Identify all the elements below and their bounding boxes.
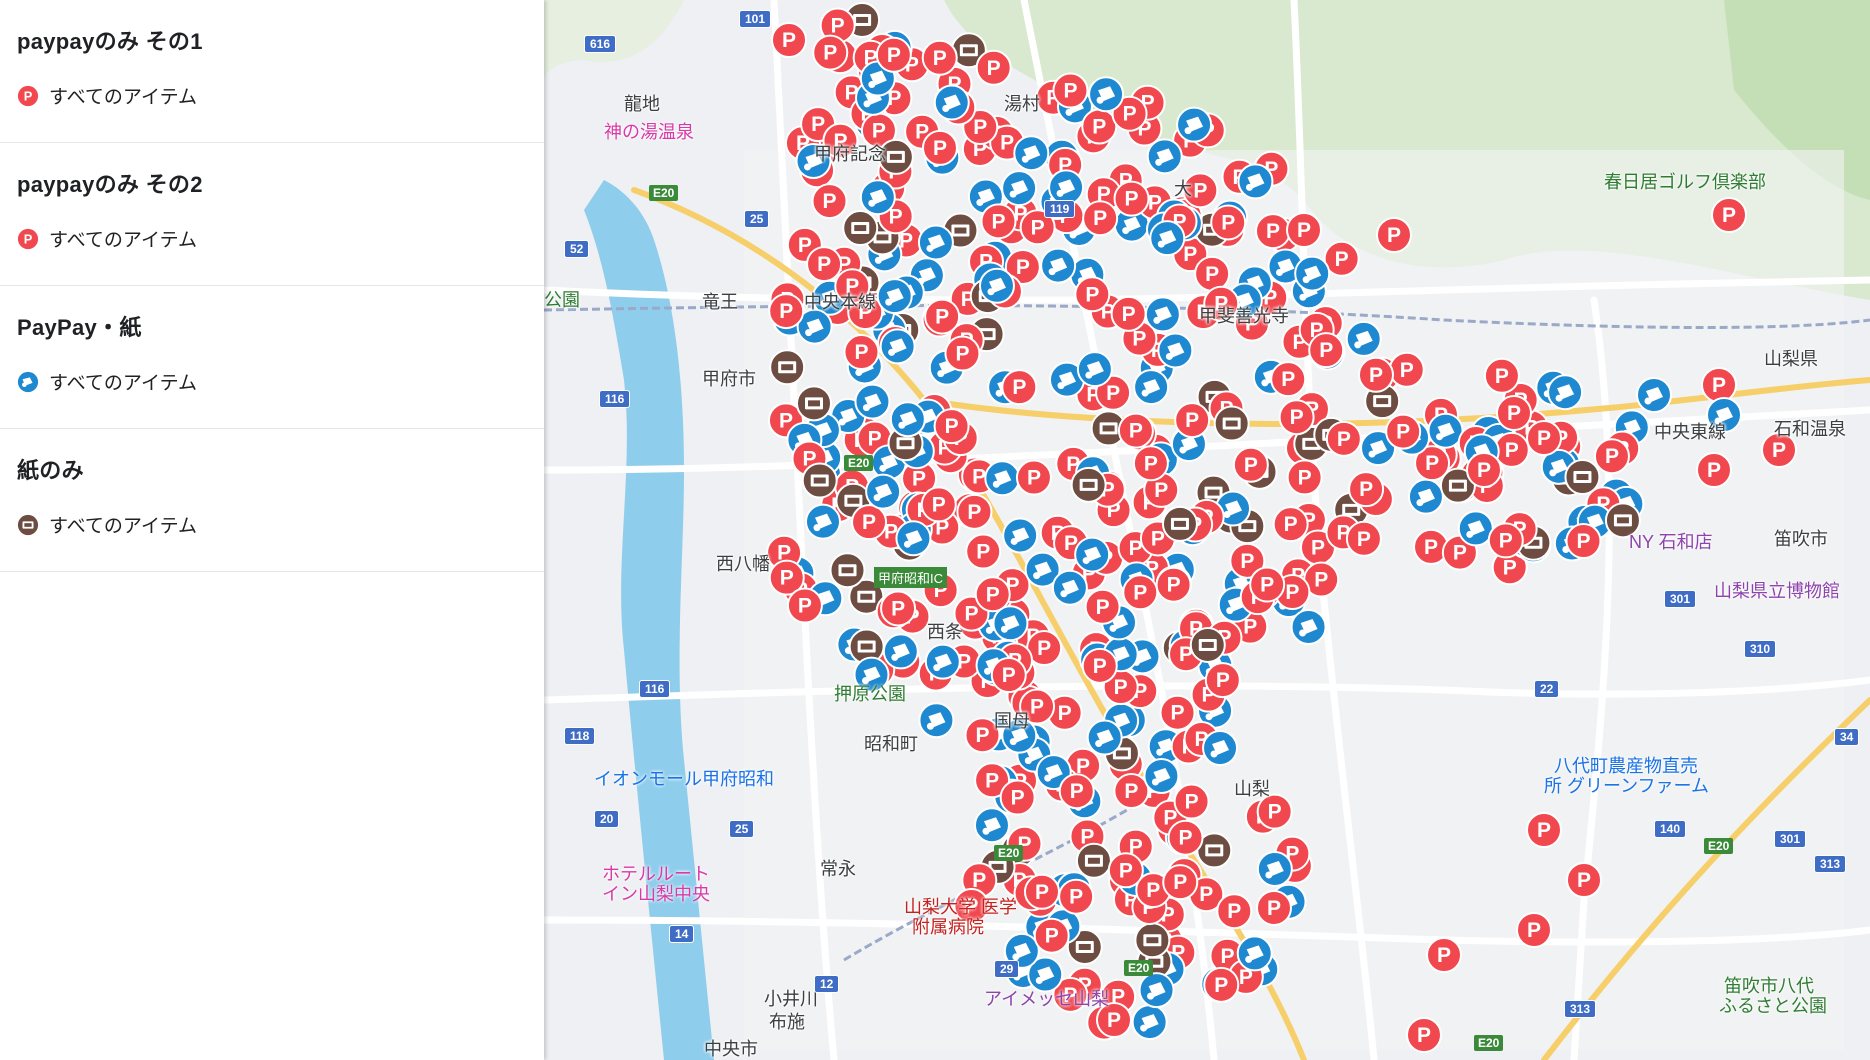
place-label: 国母 [994, 711, 1030, 731]
place-label: 笛吹市 [1774, 529, 1828, 549]
expressway-shield: E20 [1474, 1035, 1504, 1051]
route-shield: 25 [744, 210, 770, 228]
place-label: 中央東線 [1654, 422, 1726, 442]
layer-title[interactable]: 紙のみ [17, 453, 527, 485]
route-shield: 116 [599, 390, 631, 408]
layer-2: paypayのみ その2 P すべてのアイテム [0, 143, 544, 286]
place-label: 大 [1174, 179, 1192, 199]
layer-item-row[interactable]: すべてのアイテム [17, 511, 527, 538]
poi-label[interactable]: アイメッセ山梨 [984, 985, 1109, 1011]
place-label: 常永 [820, 859, 856, 879]
place-label: 石和温泉 [1774, 419, 1846, 439]
expressway-shield: E20 [994, 845, 1024, 861]
place-label: 山梨 [1234, 779, 1270, 799]
expressway-shield: E20 [844, 455, 874, 471]
expressway-shield: E20 [649, 185, 679, 201]
place-label: 中央本線 [804, 292, 876, 312]
route-shield: 313 [1564, 1000, 1597, 1018]
route-shield: 12 [814, 975, 840, 993]
layer-title[interactable]: PayPay・紙 [17, 310, 527, 342]
route-shield: 310 [1744, 640, 1777, 658]
place-label: 西条 [927, 622, 963, 642]
place-label: 竜王 [702, 292, 738, 312]
place-label: 昭和町 [864, 734, 918, 754]
route-shield: 34 [1834, 728, 1860, 746]
layer-sidebar: paypayのみ その1 P すべてのアイテム paypayのみ その2 P すべてのアイ… [0, 0, 544, 1060]
layer-item-label: すべてのアイテム [49, 87, 198, 108]
route-shield: 118 [564, 727, 596, 745]
poi-label[interactable]: ふるさと公園 [1719, 992, 1827, 1018]
poi-label[interactable]: 神の湯温泉 [604, 118, 694, 144]
route-shield: 14 [669, 925, 695, 943]
poi-label[interactable]: NY 石和店 [1629, 528, 1713, 554]
layer-item-row[interactable]: すべてのアイテム [17, 368, 527, 395]
place-label: 甲府記念 [814, 144, 886, 164]
poi-label[interactable]: 所 グリーンファーム [1544, 772, 1709, 798]
route-shield: 52 [564, 240, 590, 258]
expressway-shield: E20 [1704, 838, 1734, 854]
poi-label[interactable]: 春日居ゴルフ倶楽部 [1604, 168, 1766, 194]
place-label: 龍地 [624, 94, 660, 114]
layer-title[interactable]: paypayのみ その2 [17, 167, 527, 199]
poi-label[interactable]: 甲府昭和IC [874, 567, 948, 588]
route-shield: 22 [1534, 680, 1560, 698]
route-shield: 20 [594, 810, 620, 828]
svg-text:P: P [24, 231, 33, 246]
poi-label[interactable]: イン山梨中央 [602, 880, 710, 906]
layer-1: paypayのみ その1 P すべてのアイテム [0, 0, 544, 143]
poi-label[interactable]: 押原公園 [834, 680, 906, 706]
route-shield: 313 [1814, 855, 1847, 873]
place-label: 布施 [769, 1012, 805, 1032]
place-label: 甲府市 [702, 369, 756, 389]
expressway-shield: E20 [1124, 960, 1154, 976]
map-view[interactable]: PPPPPPPPPPPPPPPPPPPPPPPPPPPPPPPPPPPPPPPP… [544, 0, 1870, 1060]
svg-text:P: P [24, 88, 33, 103]
place-label: 中央市 [704, 1039, 758, 1059]
route-shield: 301 [1664, 590, 1697, 608]
place-label: 湯村 [1004, 94, 1040, 114]
route-shield: 116 [639, 680, 671, 698]
layer-title[interactable]: paypayのみ その1 [17, 24, 527, 56]
layer-3: PayPay・紙すべてのアイテム [0, 286, 544, 429]
poi-label[interactable]: 山梨県立博物館 [1714, 577, 1840, 603]
route-shield: 140 [1654, 820, 1687, 838]
paypay-p-icon: P [17, 228, 39, 250]
map-labels: 龍地 湯村甲府記念甲府市 竜王 中央本線甲斐善光寺山梨県石和温泉 中央東線笛吹市西八幡西… [544, 0, 1870, 1060]
layer-item-label: すべてのアイテム [49, 516, 198, 537]
paper-ticket-icon [17, 514, 39, 536]
paypay-p-icon: P [17, 85, 39, 107]
route-shield: 29 [994, 960, 1020, 978]
route-shield: 101 [739, 10, 772, 28]
place-label: 西八幡 [716, 554, 770, 574]
route-shield: 301 [1774, 830, 1807, 848]
layer-4: 紙のみすべてのアイテム [0, 429, 544, 572]
route-shield: 25 [729, 820, 755, 838]
layer-item-row[interactable]: P すべてのアイテム [17, 225, 527, 252]
layer-item-label: すべてのアイテム [49, 230, 198, 251]
layer-item-label: すべてのアイテム [49, 373, 198, 394]
poi-label[interactable]: イオンモール甲府昭和 [594, 765, 774, 791]
layer-item-row[interactable]: P すべてのアイテム [17, 82, 527, 109]
route-shield: 616 [584, 35, 617, 53]
place-label: 甲斐善光寺 [1199, 306, 1289, 326]
place-label: 山梨県 [1764, 349, 1818, 369]
route-shield: 119 [1044, 200, 1076, 218]
poi-label[interactable]: 公園 [544, 286, 580, 312]
poi-label[interactable]: 附属病院 [912, 913, 984, 939]
coupon-ticket-icon [17, 371, 39, 393]
